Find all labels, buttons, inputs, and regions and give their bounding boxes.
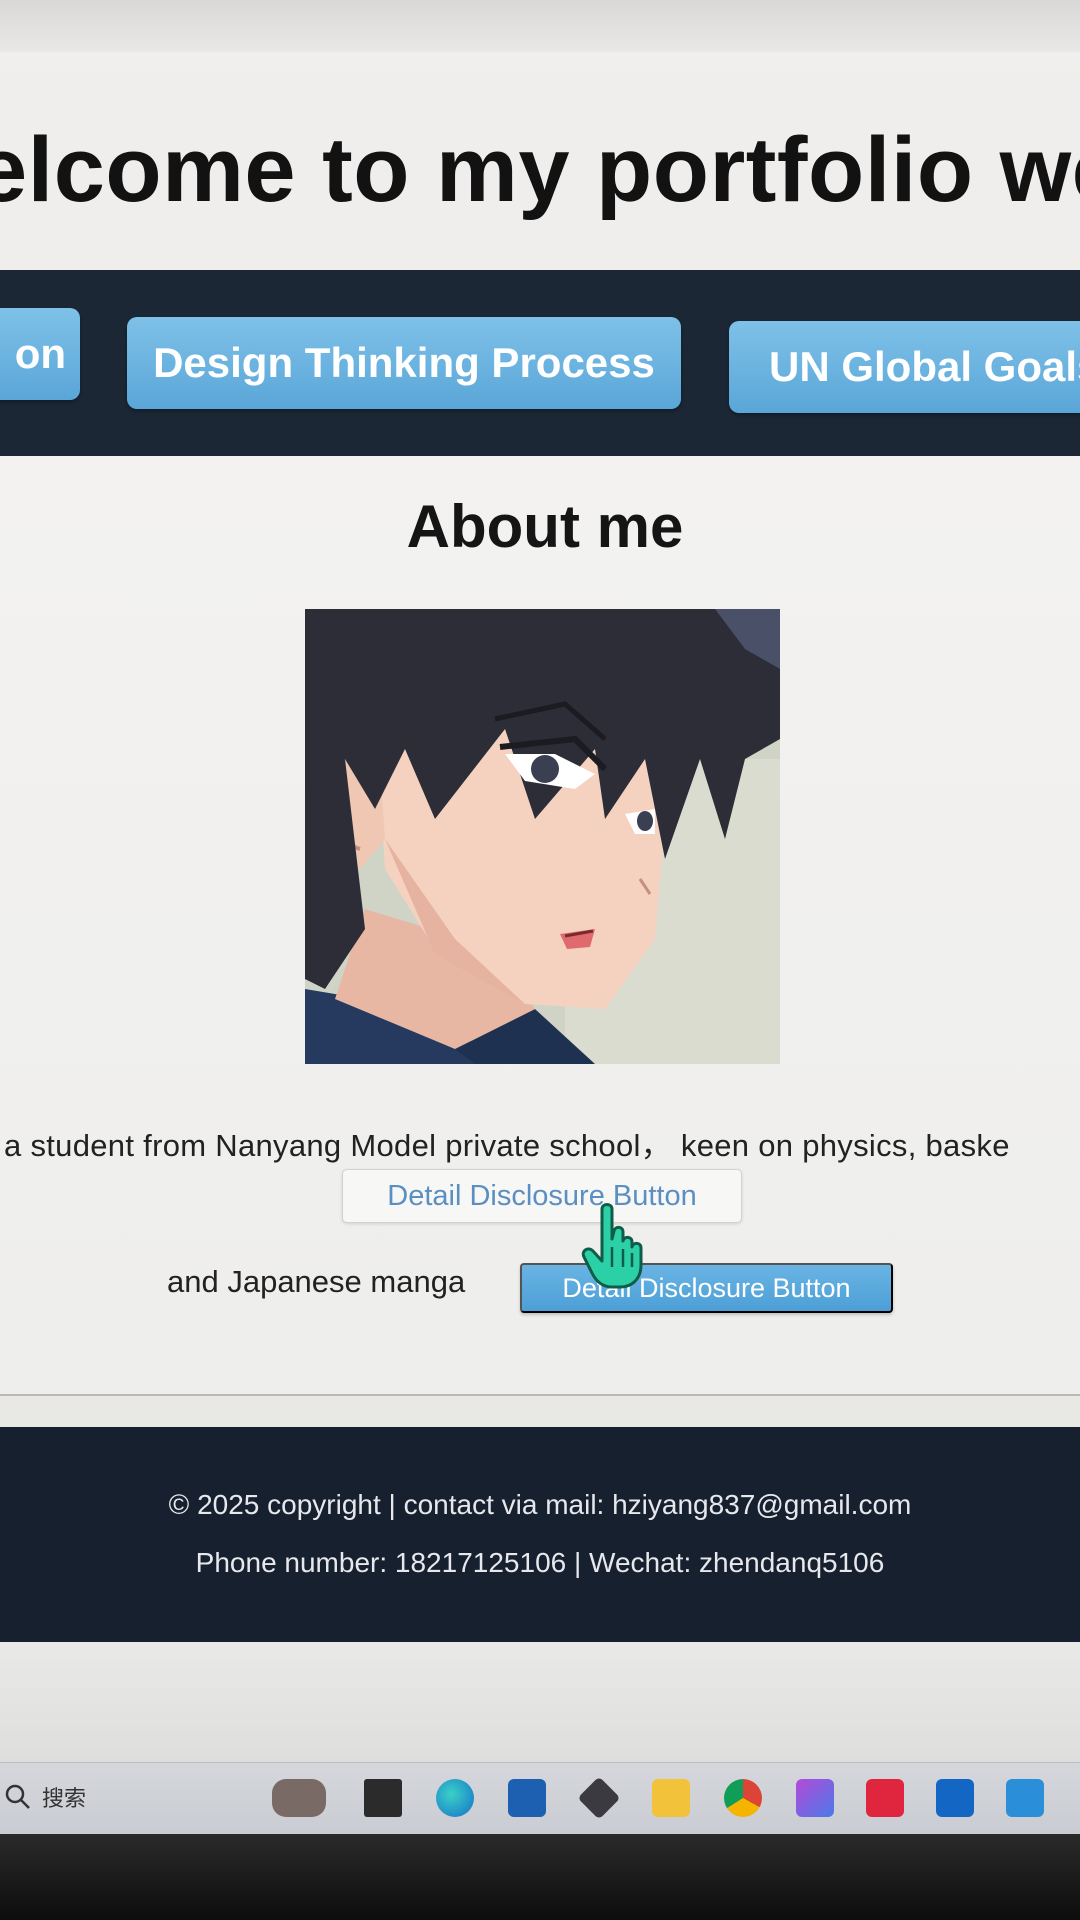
browser-screen: elcome to my portfolio websi on Design T… [0, 0, 1080, 1920]
folder-icon[interactable] [652, 1779, 690, 1817]
footer-copyright: © 2025 copyright | contact via mail: hzi… [168, 1489, 912, 1520]
nav-button-partial[interactable]: on [0, 308, 80, 400]
chrome-icon[interactable] [724, 1779, 762, 1817]
detail-disclosure-button-2[interactable]: Detail Disclosure Button [520, 1263, 893, 1313]
footer-contact: Phone number: 18217125106 | Wechat: zhen… [195, 1547, 885, 1578]
anime-portrait-image [305, 609, 780, 1064]
profile-image [305, 609, 780, 1064]
nav-bar: on Design Thinking Process UN Global Goa… [0, 270, 1080, 456]
page-bottom-area [0, 1642, 1080, 1762]
xd-icon[interactable] [866, 1779, 904, 1817]
app-icon[interactable] [577, 1776, 621, 1820]
hand-pointer-cursor-icon [581, 1203, 643, 1289]
nav-button-un-global-goals[interactable]: UN Global Goals [729, 321, 1080, 413]
search-icon [5, 1784, 30, 1809]
intro-text: a student from Nanyang Model private sch… [4, 1128, 1010, 1163]
about-heading: About me [406, 493, 684, 560]
nav-button-design-thinking[interactable]: Design Thinking Process [127, 317, 681, 409]
taskbar-search[interactable]: 搜索 [4, 1781, 86, 1813]
monitor-bezel [0, 1834, 1080, 1920]
manga-text: and Japanese manga [167, 1264, 466, 1299]
outlook-icon[interactable] [936, 1779, 974, 1817]
vscode-icon[interactable] [1006, 1779, 1044, 1817]
store-icon[interactable] [508, 1779, 546, 1817]
edge-icon[interactable] [436, 1779, 474, 1817]
windows-taskbar: 搜索 [0, 1762, 1080, 1834]
about-section: About me a student from Nanyang Model pr… [0, 456, 1080, 1396]
taskbar-search-label: 搜索 [42, 1787, 87, 1812]
footer: © 2025 copyright | contact via mail: hzi… [0, 1427, 1080, 1642]
page-title: elcome to my portfolio websi [0, 119, 1080, 221]
photos-icon[interactable] [796, 1779, 834, 1817]
widget-icon[interactable] [272, 1779, 326, 1817]
section-divider [0, 1394, 1080, 1396]
file-manager-icon[interactable] [364, 1779, 402, 1817]
browser-top-edge [0, 0, 1080, 52]
detail-disclosure-button-1[interactable]: Detail Disclosure Button [342, 1169, 742, 1223]
